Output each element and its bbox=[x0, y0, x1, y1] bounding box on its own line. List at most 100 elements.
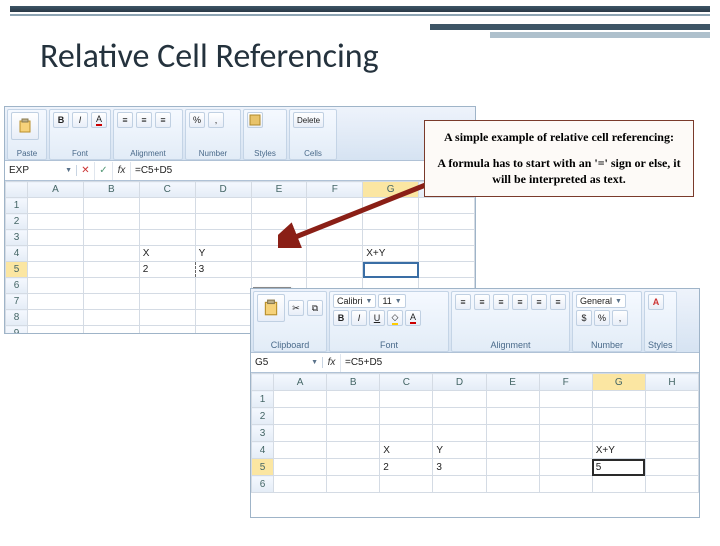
worksheet-grid-lower[interactable]: A B C D E F G H 1 2 3 4 X Y X+Y bbox=[251, 373, 699, 517]
ribbon-label-styles: Styles bbox=[648, 339, 673, 350]
align-center-button[interactable]: ≡ bbox=[136, 112, 152, 128]
select-all-corner[interactable] bbox=[252, 374, 274, 391]
cell-g5-editing[interactable] bbox=[363, 262, 419, 278]
col-header[interactable]: E bbox=[251, 182, 307, 198]
align-center-button[interactable]: ≡ bbox=[531, 294, 547, 310]
col-header[interactable]: C bbox=[380, 374, 433, 391]
slide-accent-rule bbox=[430, 24, 710, 30]
row-header[interactable]: 9 bbox=[6, 326, 28, 334]
underline-button[interactable]: U bbox=[369, 310, 385, 326]
delete-button[interactable]: Delete bbox=[293, 112, 324, 128]
row-header[interactable]: 4 bbox=[6, 246, 28, 262]
row-header[interactable]: 1 bbox=[6, 198, 28, 214]
font-color-button[interactable]: A bbox=[405, 310, 421, 326]
col-header[interactable]: B bbox=[83, 182, 139, 198]
font-color-button[interactable]: A bbox=[91, 112, 107, 128]
formula-input[interactable]: =C5+D5 bbox=[341, 357, 699, 368]
bold-button[interactable]: B bbox=[333, 310, 349, 326]
align-right-button[interactable]: ≡ bbox=[550, 294, 566, 310]
row-header[interactable]: 6 bbox=[6, 278, 28, 294]
col-header[interactable]: D bbox=[195, 182, 251, 198]
currency-button[interactable]: $ bbox=[576, 310, 592, 326]
col-header[interactable]: D bbox=[433, 374, 486, 391]
cell-g5-result[interactable]: 5 bbox=[592, 459, 645, 476]
italic-button[interactable]: I bbox=[72, 112, 88, 128]
row-header[interactable]: 1 bbox=[252, 391, 274, 408]
cut-button[interactable]: ✂ bbox=[288, 300, 304, 316]
chevron-down-icon: ▼ bbox=[395, 298, 402, 305]
cell-label-xy[interactable]: X+Y bbox=[592, 442, 645, 459]
align-left-button[interactable]: ≡ bbox=[117, 112, 133, 128]
styles-button[interactable]: A bbox=[648, 294, 664, 310]
cell-d5[interactable]: 3 bbox=[433, 459, 486, 476]
align-middle-button[interactable]: ≡ bbox=[474, 294, 490, 310]
comma-button[interactable]: , bbox=[208, 112, 224, 128]
row-header[interactable]: 4 bbox=[252, 442, 274, 459]
page-title: Relative Cell Referencing bbox=[40, 36, 720, 77]
row-header[interactable]: 7 bbox=[6, 294, 28, 310]
col-header[interactable]: G bbox=[363, 182, 419, 198]
align-left-button[interactable]: ≡ bbox=[512, 294, 528, 310]
row-header[interactable]: 5 bbox=[252, 459, 274, 476]
styles-button[interactable] bbox=[247, 112, 263, 128]
name-box[interactable]: G5 ▼ bbox=[251, 357, 323, 368]
row-header[interactable]: 6 bbox=[252, 476, 274, 493]
cell-label-x[interactable]: X bbox=[139, 246, 195, 262]
name-box[interactable]: EXP ▼ bbox=[5, 165, 77, 176]
accept-formula-button[interactable]: ✓ bbox=[95, 162, 113, 180]
formula-controls: fx bbox=[323, 354, 341, 372]
cell-c5[interactable]: 2 bbox=[380, 459, 433, 476]
cell-label-x[interactable]: X bbox=[380, 442, 433, 459]
col-header[interactable]: E bbox=[486, 374, 539, 391]
cell-label-y[interactable]: Y bbox=[195, 246, 251, 262]
chevron-down-icon: ▼ bbox=[65, 167, 72, 174]
cell-d5[interactable]: 3 bbox=[195, 262, 251, 278]
comma-button[interactable]: , bbox=[612, 310, 628, 326]
paste-button[interactable] bbox=[257, 294, 285, 322]
font-name-combo[interactable]: Calibri▼ bbox=[333, 294, 376, 308]
row-header[interactable]: 5 bbox=[6, 262, 28, 278]
col-header[interactable]: B bbox=[327, 374, 380, 391]
percent-button[interactable]: % bbox=[189, 112, 205, 128]
align-top-button[interactable]: ≡ bbox=[455, 294, 471, 310]
col-header[interactable]: A bbox=[28, 182, 84, 198]
callout-lead: A simple example of relative cell refere… bbox=[435, 129, 683, 145]
cell-label-y[interactable]: Y bbox=[433, 442, 486, 459]
ribbon-group-font: B I A Font bbox=[49, 109, 111, 160]
cell-label-xy[interactable]: X+Y bbox=[363, 246, 419, 262]
cancel-formula-button[interactable]: ✕ bbox=[77, 162, 95, 180]
align-bottom-button[interactable]: ≡ bbox=[493, 294, 509, 310]
ribbon-label-clipboard: Clipboard bbox=[257, 339, 323, 350]
row-header[interactable]: 3 bbox=[6, 230, 28, 246]
col-header[interactable]: F bbox=[307, 182, 363, 198]
paste-button[interactable] bbox=[11, 112, 39, 140]
italic-button[interactable]: I bbox=[351, 310, 367, 326]
row-header[interactable]: 8 bbox=[6, 310, 28, 326]
bold-button[interactable]: B bbox=[53, 112, 69, 128]
slide-top-rule bbox=[10, 6, 710, 12]
row-header[interactable]: 2 bbox=[6, 214, 28, 230]
copy-button[interactable]: ⧉ bbox=[307, 300, 323, 316]
chevron-down-icon: ▼ bbox=[311, 359, 318, 366]
callout-body: A formula has to start with an '=' sign … bbox=[435, 155, 683, 187]
row-header[interactable]: 3 bbox=[252, 425, 274, 442]
col-header[interactable]: A bbox=[274, 374, 327, 391]
align-right-button[interactable]: ≡ bbox=[155, 112, 171, 128]
number-format-combo[interactable]: General▼ bbox=[576, 294, 626, 308]
ribbon-label-alignment: Alignment bbox=[117, 148, 179, 158]
ribbon-label-font: Font bbox=[333, 339, 445, 350]
col-header[interactable]: G bbox=[592, 374, 645, 391]
col-header[interactable]: C bbox=[139, 182, 195, 198]
fx-button[interactable]: fx bbox=[113, 162, 131, 180]
row-header[interactable]: 2 bbox=[252, 408, 274, 425]
col-header[interactable]: H bbox=[645, 374, 698, 391]
col-header[interactable]: F bbox=[539, 374, 592, 391]
ribbon: ✂ ⧉ Clipboard Calibri▼ 11▼ B I U ◇ A Fon… bbox=[251, 289, 699, 353]
fill-color-button[interactable]: ◇ bbox=[387, 310, 403, 326]
font-size-combo[interactable]: 11▼ bbox=[378, 294, 406, 308]
fx-button[interactable]: fx bbox=[323, 354, 341, 372]
ribbon-label-clipboard: Paste bbox=[11, 148, 43, 158]
percent-button[interactable]: % bbox=[594, 310, 610, 326]
select-all-corner[interactable] bbox=[6, 182, 28, 198]
cell-c5[interactable]: 2 bbox=[139, 262, 195, 278]
